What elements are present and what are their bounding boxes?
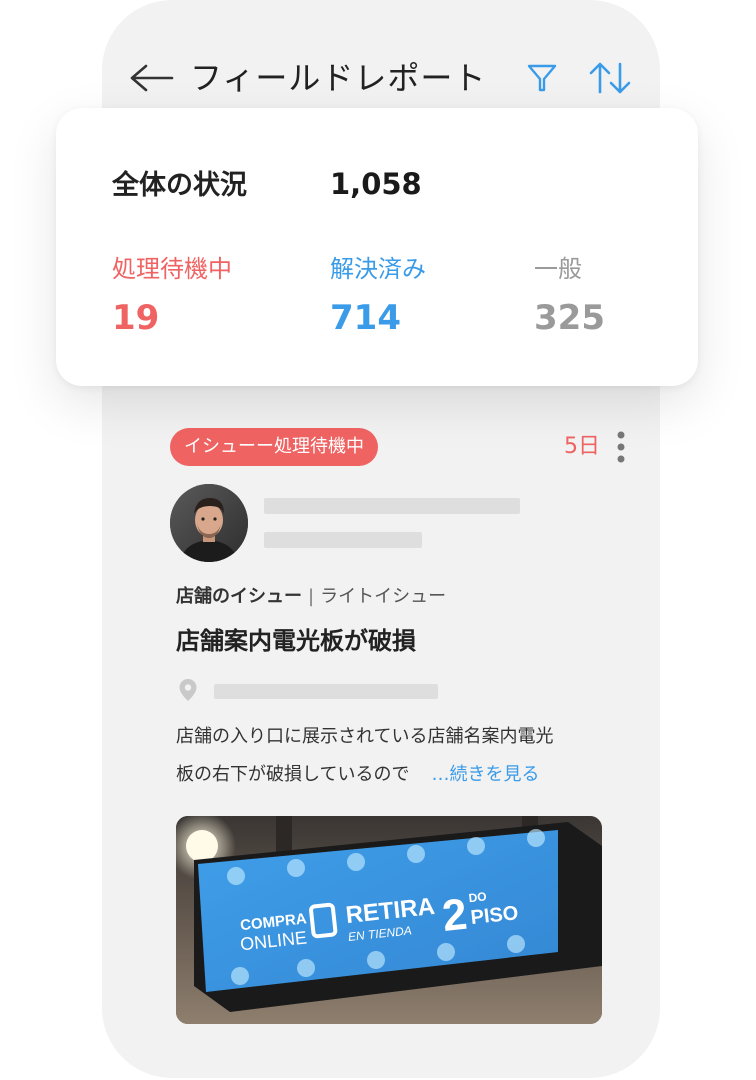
avatar-photo <box>170 484 248 562</box>
stat-general-value[interactable]: 325 <box>534 298 605 338</box>
description-line-1: 店舗の入り口に展示されている店舗名案内電光 <box>176 726 554 747</box>
stat-resolved-value[interactable]: 714 <box>330 298 401 338</box>
issue-photo[interactable]: COMPRA ONLINE RETIRA EN TIENDA 2 DO PISO <box>176 816 602 1024</box>
sign-text-do: DO <box>468 889 487 905</box>
sort-icon[interactable] <box>588 60 632 96</box>
location-placeholder <box>214 684 438 699</box>
stat-resolved-label[interactable]: 解決済み <box>330 254 426 284</box>
category-separator: | <box>308 586 315 607</box>
avatar[interactable] <box>170 484 248 562</box>
elapsed-days: 5日 <box>564 434 600 459</box>
description-line-2-text: 板の右下が破損しているので <box>176 764 410 785</box>
author-meta-placeholder <box>264 532 422 548</box>
subcategory-label: ライトイシュー <box>320 586 447 607</box>
store-sign-image: COMPRA ONLINE RETIRA EN TIENDA 2 DO PISO <box>176 816 602 1024</box>
issue-category: 店舗のイシュー | ライトイシュー <box>176 584 446 610</box>
summary-card: 全体の状況 1,058 処理待機中 19 解決済み 714 一般 325 <box>56 108 698 386</box>
summary-label: 全体の状況 <box>112 170 247 201</box>
location-pin-icon <box>179 679 197 701</box>
arrow-left-icon[interactable] <box>128 62 174 94</box>
status-badge: イシューー処理待機中 <box>170 428 378 466</box>
issue-title: 店舗案内電光板が破損 <box>176 627 416 655</box>
read-more-link[interactable]: …続きを見る <box>431 764 539 785</box>
stat-general-label[interactable]: 一般 <box>534 254 582 284</box>
category-label: 店舗のイシュー <box>176 586 302 607</box>
sign-text-number: 2 <box>440 890 469 941</box>
stat-pending-value[interactable]: 19 <box>112 298 159 338</box>
app-header: フィールドレポート <box>102 56 660 100</box>
author-name-placeholder <box>264 498 520 514</box>
filter-icon[interactable] <box>526 62 558 94</box>
description-line-2: 板の右下が破損しているので …続きを見る <box>176 756 606 794</box>
summary-total: 1,058 <box>330 167 422 201</box>
page-title: フィールドレポート <box>190 59 487 97</box>
stat-pending-label[interactable]: 処理待機中 <box>112 254 232 284</box>
issue-description: 店舗の入り口に展示されている店舗名案内電光 板の右下が破損しているので …続きを見… <box>176 718 606 794</box>
more-vertical-icon[interactable] <box>614 430 628 464</box>
